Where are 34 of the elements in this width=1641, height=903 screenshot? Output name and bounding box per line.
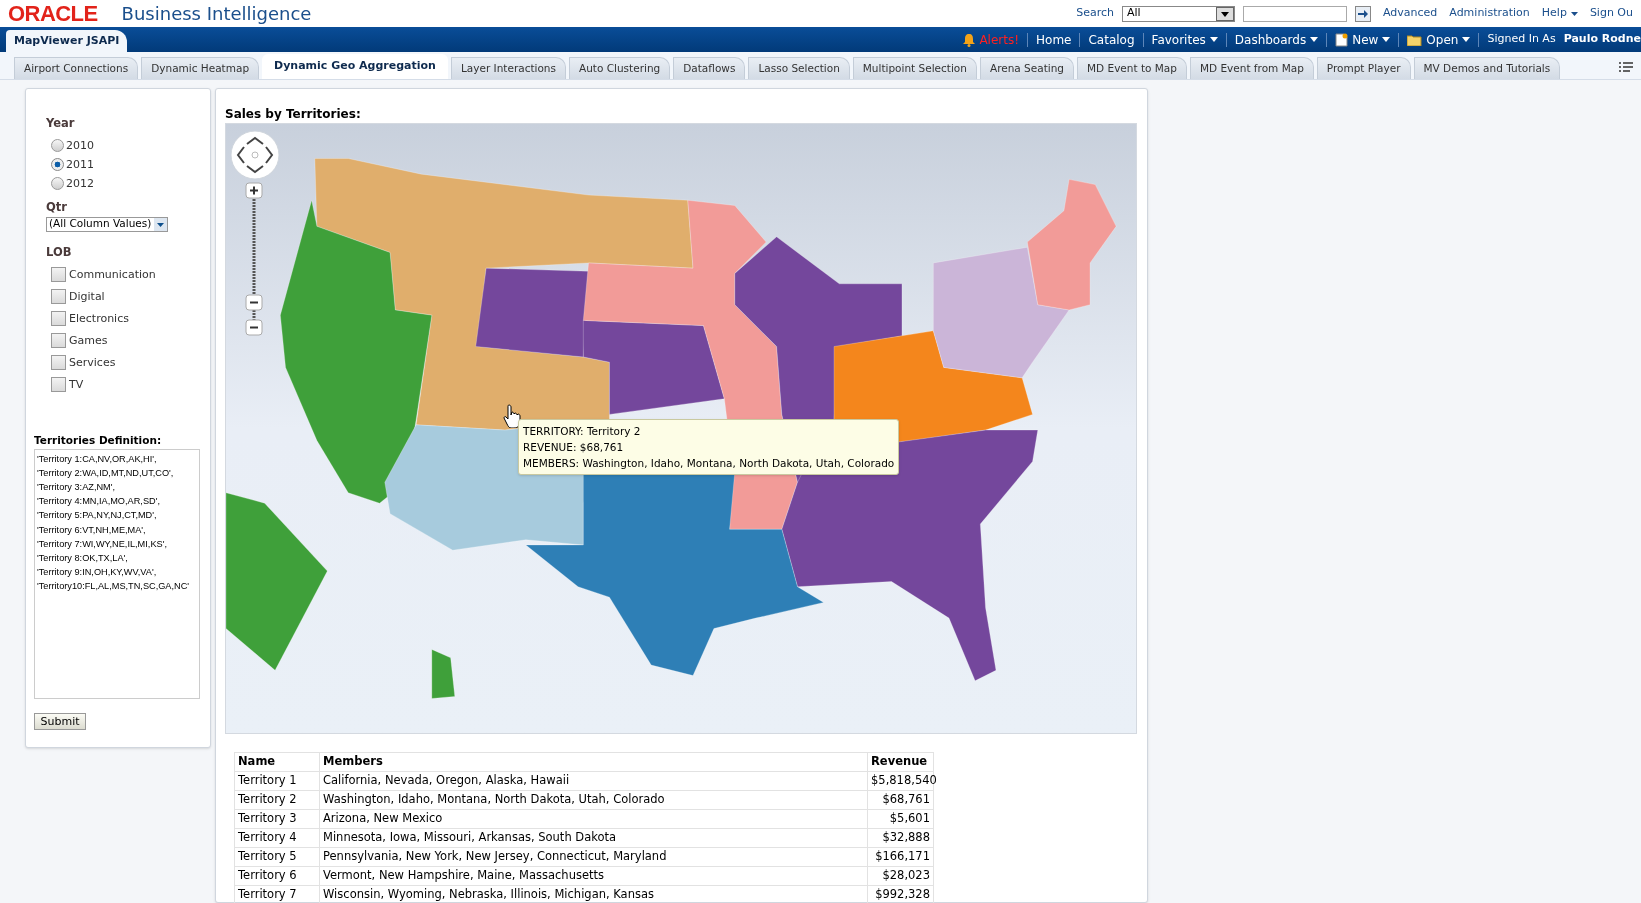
table-cell: Pennsylvania, New York, New Jersey, Connecticut, Maryland xyxy=(319,847,868,867)
column-header: Revenue xyxy=(867,752,934,772)
table-cell: $166,171 xyxy=(867,847,934,867)
table-cell: Minnesota, Iowa, Missouri, Arkansas, South Dakota xyxy=(319,828,868,848)
table-cell: $5,818,540 xyxy=(867,771,934,791)
definition-label: Territories Definition: xyxy=(34,432,163,448)
qtr-label: Qtr xyxy=(46,199,68,217)
table-cell: $28,023 xyxy=(867,866,934,886)
table-cell: Arizona, New Mexico xyxy=(319,809,868,829)
search-label: Search xyxy=(1076,5,1114,22)
lob-label: LOB xyxy=(46,243,73,261)
table-cell: Territory 6 xyxy=(234,866,320,886)
table-cell: Territory 4 xyxy=(234,828,320,848)
oracle-logo: ORACLE xyxy=(8,2,98,25)
product-title: Business Intelligence xyxy=(121,4,312,23)
tooltip-text: MEMBERS: Washington, Idaho, Montana, North Dakota, Utah, Colorado xyxy=(523,456,895,471)
table-cell: $5,601 xyxy=(867,809,934,829)
table-cell: California, Nevada, Oregon, Alaska, Hawaii xyxy=(319,771,868,791)
table-cell: Territory 1 xyxy=(234,771,320,791)
table-cell: Territory 7 xyxy=(234,885,320,903)
table-cell: Territory 5 xyxy=(234,847,320,867)
tooltip-text: REVENUE: $68,761 xyxy=(523,440,625,455)
column-header: Name xyxy=(234,752,320,772)
map-title: Sales by Territories: xyxy=(225,106,362,123)
year-label: Year xyxy=(46,115,76,132)
table-cell: Washington, Idaho, Montana, North Dakota, Utah, Colorado xyxy=(319,790,868,810)
table-cell: Vermont, New Hampshire, Maine, Massachusetts xyxy=(319,866,868,886)
table-cell: $32,888 xyxy=(867,828,934,848)
signed-in-label: Signed In As xyxy=(1486,31,1556,48)
table-cell: Territory 2 xyxy=(234,790,320,810)
table-cell: Territory 3 xyxy=(234,809,320,829)
column-header: Members xyxy=(319,752,868,772)
table-cell: $68,761 xyxy=(867,790,934,810)
tooltip-text: TERRITORY: Territory 2 xyxy=(523,424,642,439)
